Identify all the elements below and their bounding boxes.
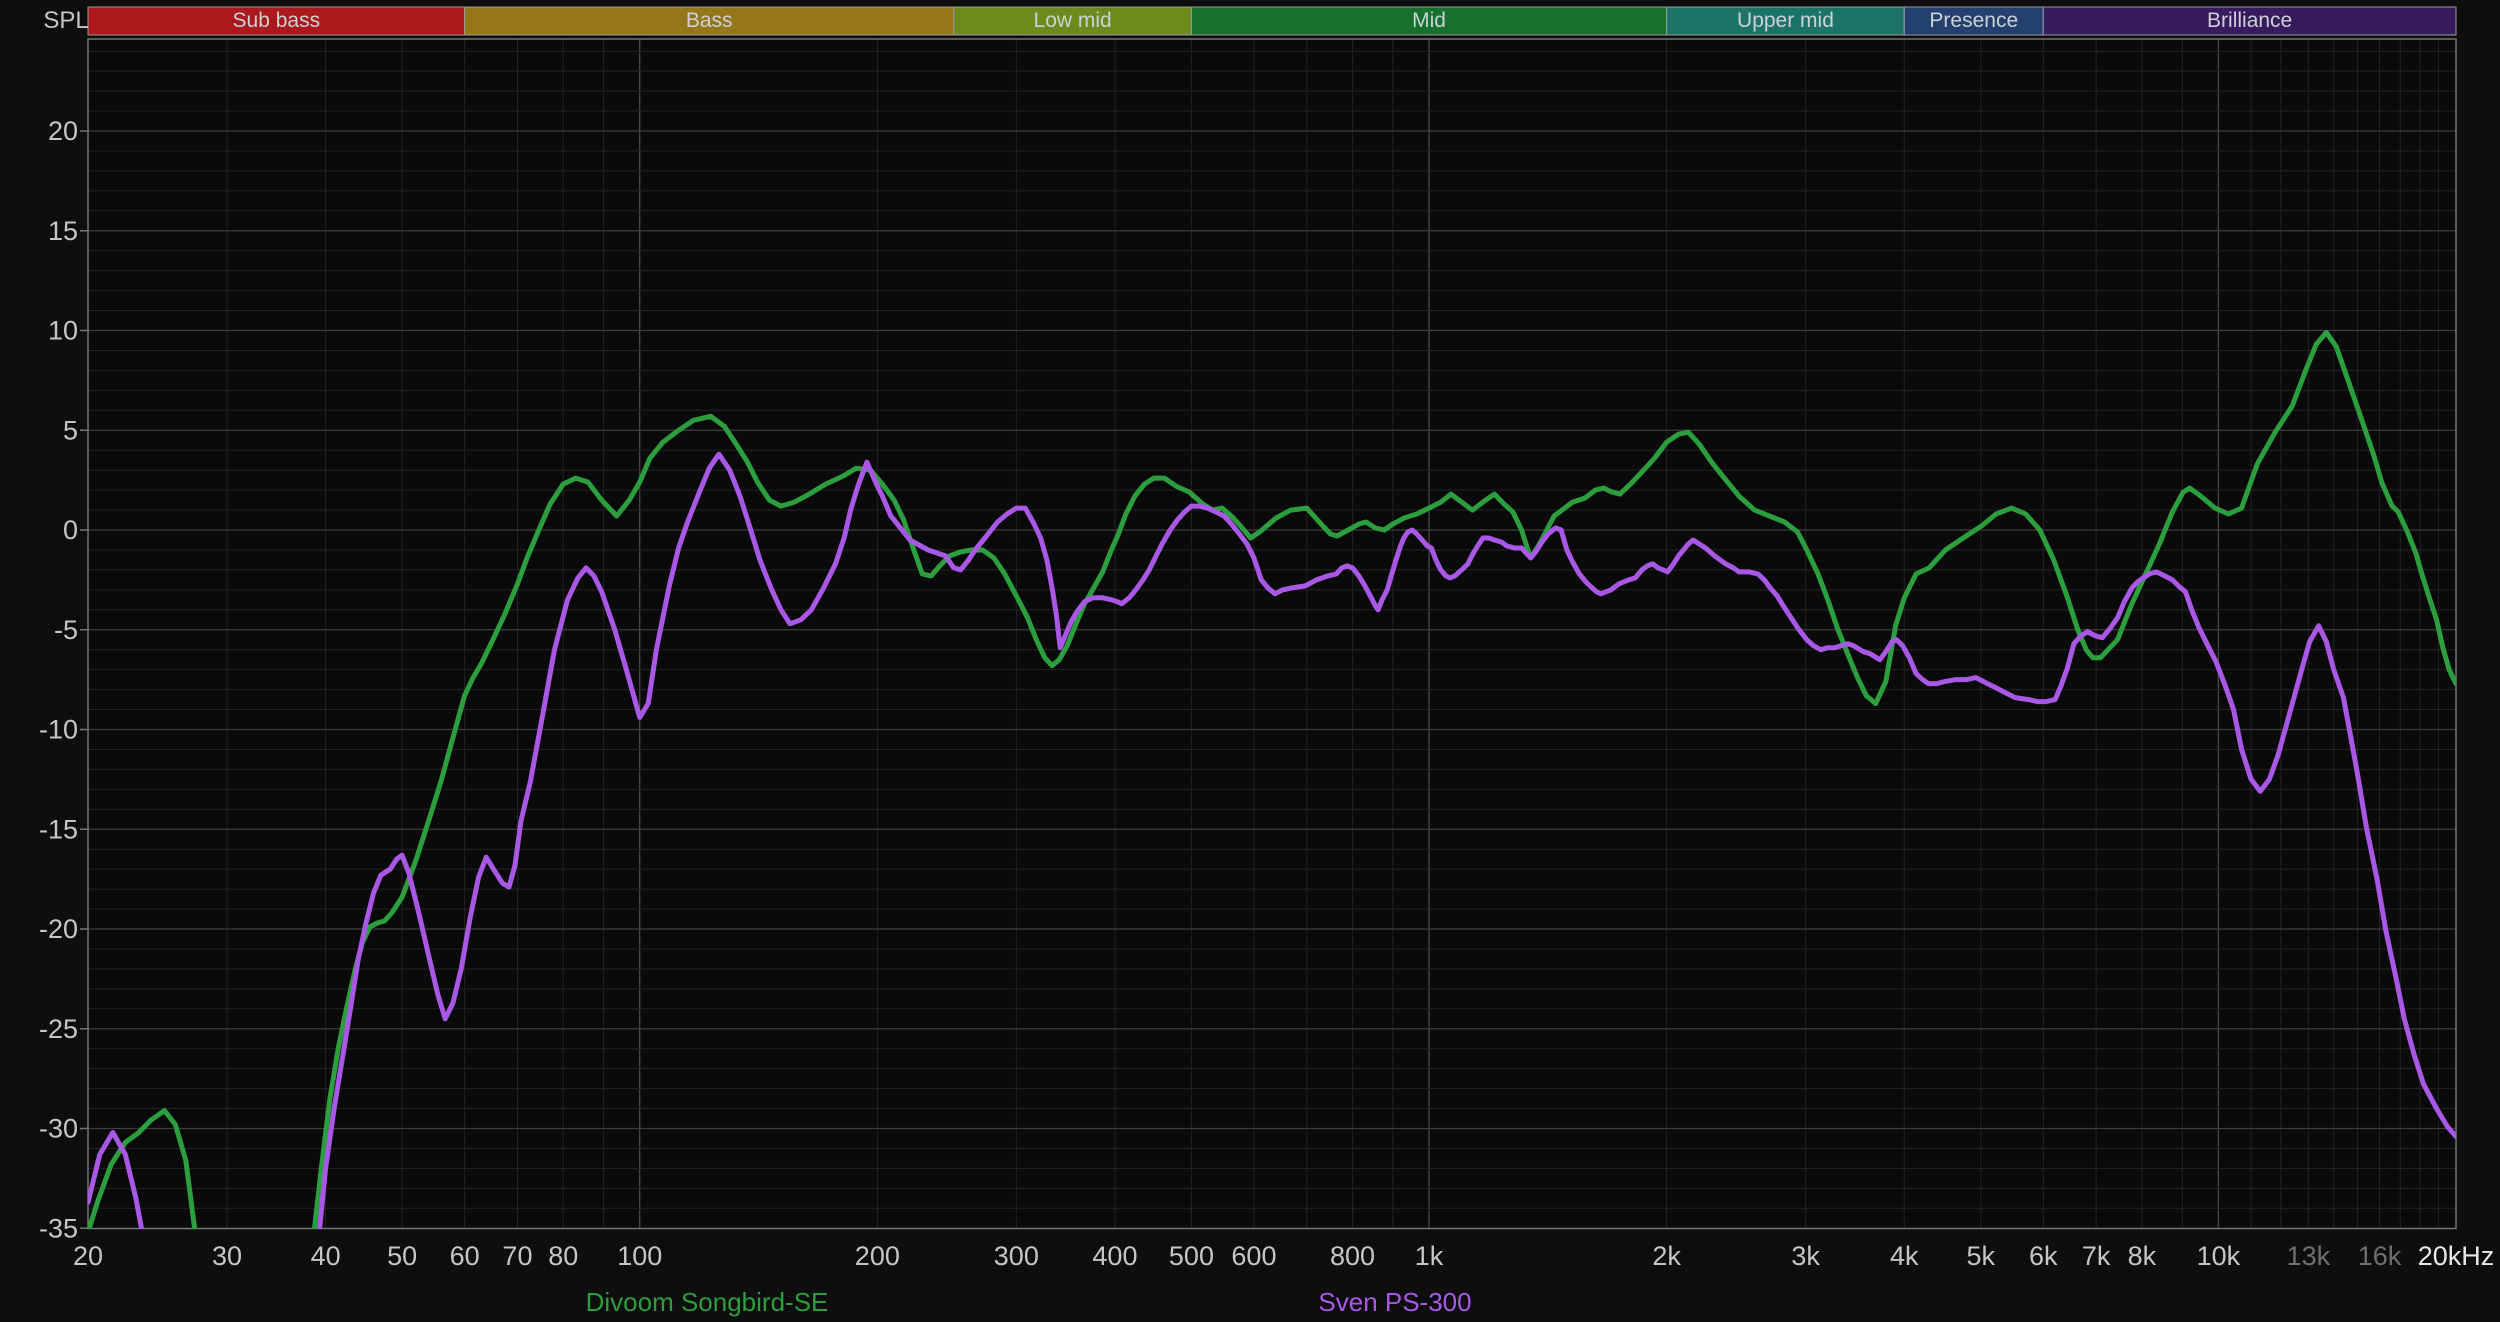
y-tick-label--15: -15	[39, 814, 78, 844]
y-tick-label--25: -25	[39, 1014, 78, 1044]
spl-axis-title: SPL	[43, 7, 88, 34]
x-tick-label-300: 300	[994, 1241, 1039, 1271]
x-tick-label-2k: 2k	[1652, 1241, 1681, 1271]
y-tick-label-0: 0	[63, 515, 78, 545]
x-tick-label-500: 500	[1169, 1241, 1214, 1271]
y-tick-label-15: 15	[48, 216, 78, 246]
x-tick-label-50: 50	[387, 1241, 417, 1271]
x-tick-label-800: 800	[1330, 1241, 1375, 1271]
x-tick-label-60: 60	[450, 1241, 480, 1271]
y-tick-label--5: -5	[54, 615, 78, 645]
x-tick-label-7k: 7k	[2082, 1241, 2111, 1271]
x-tick-label-30: 30	[212, 1241, 242, 1271]
y-tick-label--10: -10	[39, 715, 78, 745]
band-label-sub-bass: Sub bass	[233, 9, 321, 32]
x-tick-label-6k: 6k	[2029, 1241, 2058, 1271]
band-label-brilliance: Brilliance	[2207, 9, 2292, 32]
y-tick-label--20: -20	[39, 914, 78, 944]
plot-area	[88, 39, 2456, 1229]
x-tick-label-13k: 13k	[2287, 1241, 2331, 1271]
band-label-presence: Presence	[1929, 9, 2018, 32]
x-tick-label-4k: 4k	[1890, 1241, 1919, 1271]
frequency-band-ribbon: Sub bass Bass Low mid Mid Upper mid Presence B…	[88, 7, 2456, 35]
band-label-mid: Mid	[1412, 9, 1446, 32]
x-tick-label-10k: 10k	[2197, 1241, 2241, 1271]
x-tick-label-70: 70	[502, 1241, 532, 1271]
x-tick-label-600: 600	[1231, 1241, 1276, 1271]
y-tick-label-10: 10	[48, 316, 78, 346]
y-tick-label--30: -30	[39, 1114, 78, 1144]
x-tick-label-3k: 3k	[1791, 1241, 1820, 1271]
x-tick-label-20: 20	[73, 1241, 103, 1271]
legend-entry-divoom-songbird-se: Divoom Songbird-SE	[586, 1287, 829, 1317]
x-tick-label-100: 100	[617, 1241, 662, 1271]
y-tick-label-20: 20	[48, 116, 78, 146]
x-tick-label-80: 80	[548, 1241, 578, 1271]
legend-entry-sven-ps-300: Sven PS-300	[1318, 1287, 1471, 1317]
x-tick-label-1k: 1k	[1415, 1241, 1444, 1271]
y-tick-label-5: 5	[63, 415, 78, 445]
x-tick-label-40: 40	[311, 1241, 341, 1271]
x-tick-label-5k: 5k	[1967, 1241, 1996, 1271]
frequency-response-chart: Sub bass Bass Low mid Mid Upper mid Presence B…	[0, 0, 2500, 1322]
band-label-low-mid: Low mid	[1034, 9, 1112, 32]
chart-canvas: Sub bass Bass Low mid Mid Upper mid Presence B…	[0, 0, 2500, 1322]
band-label-upper-mid: Upper mid	[1737, 9, 1834, 32]
y-tick-label--35: -35	[39, 1213, 78, 1243]
band-label-bass: Bass	[686, 9, 733, 32]
x-tick-label-16k: 16k	[2358, 1241, 2402, 1271]
plot-background	[88, 39, 2456, 1229]
x-tick-label-400: 400	[1092, 1241, 1137, 1271]
x-tick-label-200: 200	[855, 1241, 900, 1271]
x-tick-label-8k: 8k	[2128, 1241, 2157, 1271]
x-tick-label-20khz: 20kHz	[2418, 1241, 2495, 1271]
